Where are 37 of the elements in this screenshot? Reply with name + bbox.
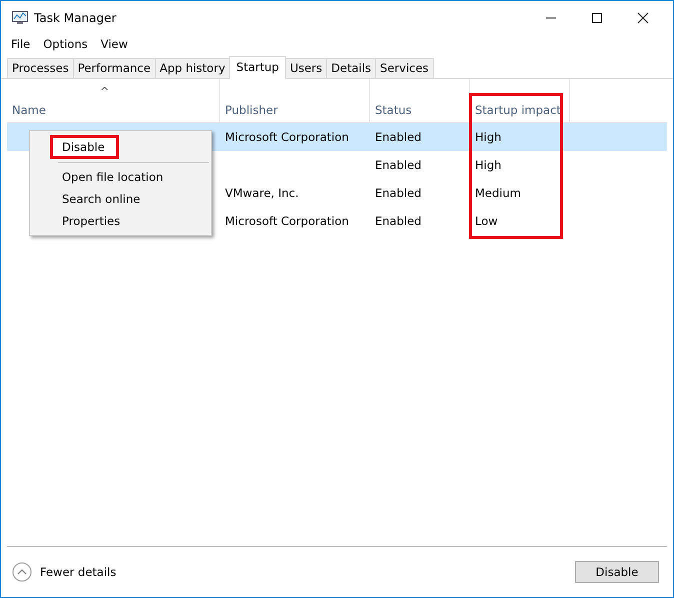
tab[interactable]: Startup — [229, 56, 286, 79]
table-cell: Low — [475, 214, 498, 228]
maximize-icon[interactable] — [591, 12, 603, 24]
table-cell: High — [475, 158, 502, 172]
tab[interactable]: Details — [326, 58, 376, 78]
table-cell: Enabled — [375, 186, 422, 200]
collapse-icon[interactable] — [12, 562, 32, 582]
window-title: Task Manager — [34, 10, 116, 24]
table-cell: Microsoft Corporation — [225, 214, 349, 228]
menu-item[interactable]: Properties — [30, 210, 211, 232]
tab[interactable]: Performance — [72, 58, 156, 78]
menu-item[interactable]: View — [100, 37, 128, 51]
menu-item[interactable]: Options — [43, 37, 88, 51]
table-cell: VMware, Inc. — [225, 186, 299, 200]
close-icon[interactable] — [637, 12, 649, 24]
menu-item[interactable]: Search online — [30, 188, 211, 210]
menu-item[interactable]: File — [11, 37, 30, 51]
table-cell: Medium — [475, 186, 521, 200]
app-icon — [12, 10, 28, 24]
tab[interactable]: Services — [375, 58, 434, 78]
column-header[interactable]: Name — [12, 103, 46, 117]
table-cell: Enabled — [375, 158, 422, 172]
table-cell: Microsoft Corporation — [225, 130, 349, 144]
tab[interactable]: Users — [284, 58, 328, 78]
column-header[interactable]: Startup impact — [475, 103, 561, 117]
table-cell: Enabled — [375, 130, 422, 144]
disable-button[interactable]: Disable — [575, 561, 659, 583]
menu-item[interactable]: Open file location — [30, 166, 211, 188]
table-cell: Enabled — [375, 214, 422, 228]
fewer-details-link[interactable]: Fewer details — [40, 565, 116, 579]
menu-item[interactable]: Disable — [50, 135, 119, 159]
tab[interactable]: Processes — [7, 58, 74, 78]
column-header[interactable]: Status — [375, 103, 412, 117]
table-cell: High — [475, 130, 502, 144]
tab[interactable]: App history — [154, 58, 230, 78]
column-header[interactable]: Publisher — [225, 103, 278, 117]
sort-indicator: ^ — [100, 85, 110, 98]
